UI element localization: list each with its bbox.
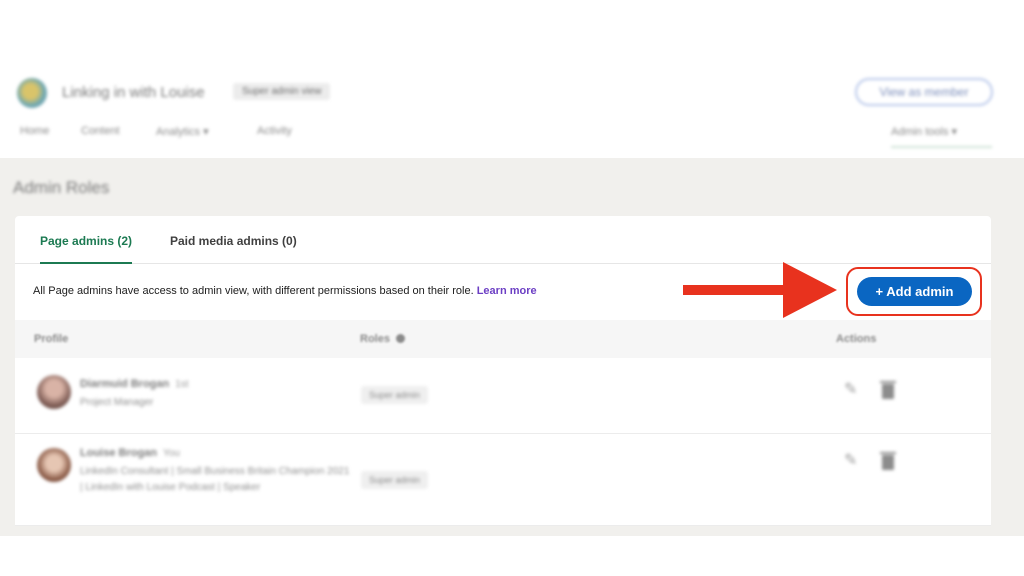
- admin-name[interactable]: Louise Brogan You: [80, 447, 180, 459]
- annotation-arrow-shaft: [683, 285, 789, 295]
- nav-admin-tools[interactable]: Admin tools ▾: [891, 125, 992, 148]
- admin-name[interactable]: Diarmuid Brogan 1st: [80, 378, 189, 390]
- avatar[interactable]: [37, 375, 71, 409]
- view-as-member-button[interactable]: View as member: [855, 78, 993, 106]
- delete-trash-icon[interactable]: [880, 452, 896, 470]
- admin-name-text: Louise Brogan: [80, 447, 158, 459]
- edit-pencil-icon[interactable]: ✎: [844, 379, 857, 399]
- admin-headline: LinkedIn Consultant | Small Business Bri…: [80, 466, 350, 493]
- nav-home[interactable]: Home: [20, 125, 49, 137]
- info-icon[interactable]: [396, 334, 406, 343]
- tab-paid-media-admins[interactable]: Paid media admins (0): [170, 234, 297, 248]
- admin-info-text: All Page admins have access to admin vie…: [33, 285, 537, 297]
- super-admin-view-badge: Super admin view: [233, 83, 331, 100]
- page-name[interactable]: Linking in with Louise: [62, 84, 205, 101]
- delete-trash-icon[interactable]: [880, 381, 896, 399]
- connection-degree: You: [163, 448, 180, 459]
- role-badge: Super admin: [361, 386, 429, 404]
- nav-activity[interactable]: Activity: [257, 125, 292, 137]
- nav-content[interactable]: Content: [81, 125, 120, 137]
- column-header-roles-label: Roles: [360, 333, 390, 345]
- connection-degree: 1st: [175, 379, 189, 390]
- edit-pencil-icon[interactable]: ✎: [844, 450, 857, 470]
- page-logo-icon[interactable]: [17, 78, 47, 108]
- role-badge: Super admin: [361, 471, 429, 489]
- column-header-actions: Actions: [836, 333, 877, 345]
- tab-page-admins[interactable]: Page admins (2): [40, 234, 133, 264]
- page-title: Admin Roles: [13, 178, 110, 197]
- learn-more-link[interactable]: Learn more: [477, 285, 537, 297]
- admin-info-message: All Page admins have access to admin vie…: [33, 285, 474, 297]
- add-admin-button[interactable]: + Add admin: [857, 277, 972, 306]
- page-nav: Home Content Analytics ▾ Activity: [0, 125, 1024, 153]
- admin-headline: Project Manager: [80, 397, 154, 408]
- admin-tabs: Page admins (2) Paid media admins (0): [15, 216, 991, 264]
- avatar[interactable]: [37, 448, 71, 482]
- nav-analytics[interactable]: Analytics ▾: [156, 125, 209, 138]
- admin-name-text: Diarmuid Brogan: [80, 378, 170, 390]
- annotation-arrow-head-icon: [783, 262, 837, 318]
- column-header-roles: Roles: [360, 333, 406, 345]
- column-header-profile: Profile: [34, 333, 69, 345]
